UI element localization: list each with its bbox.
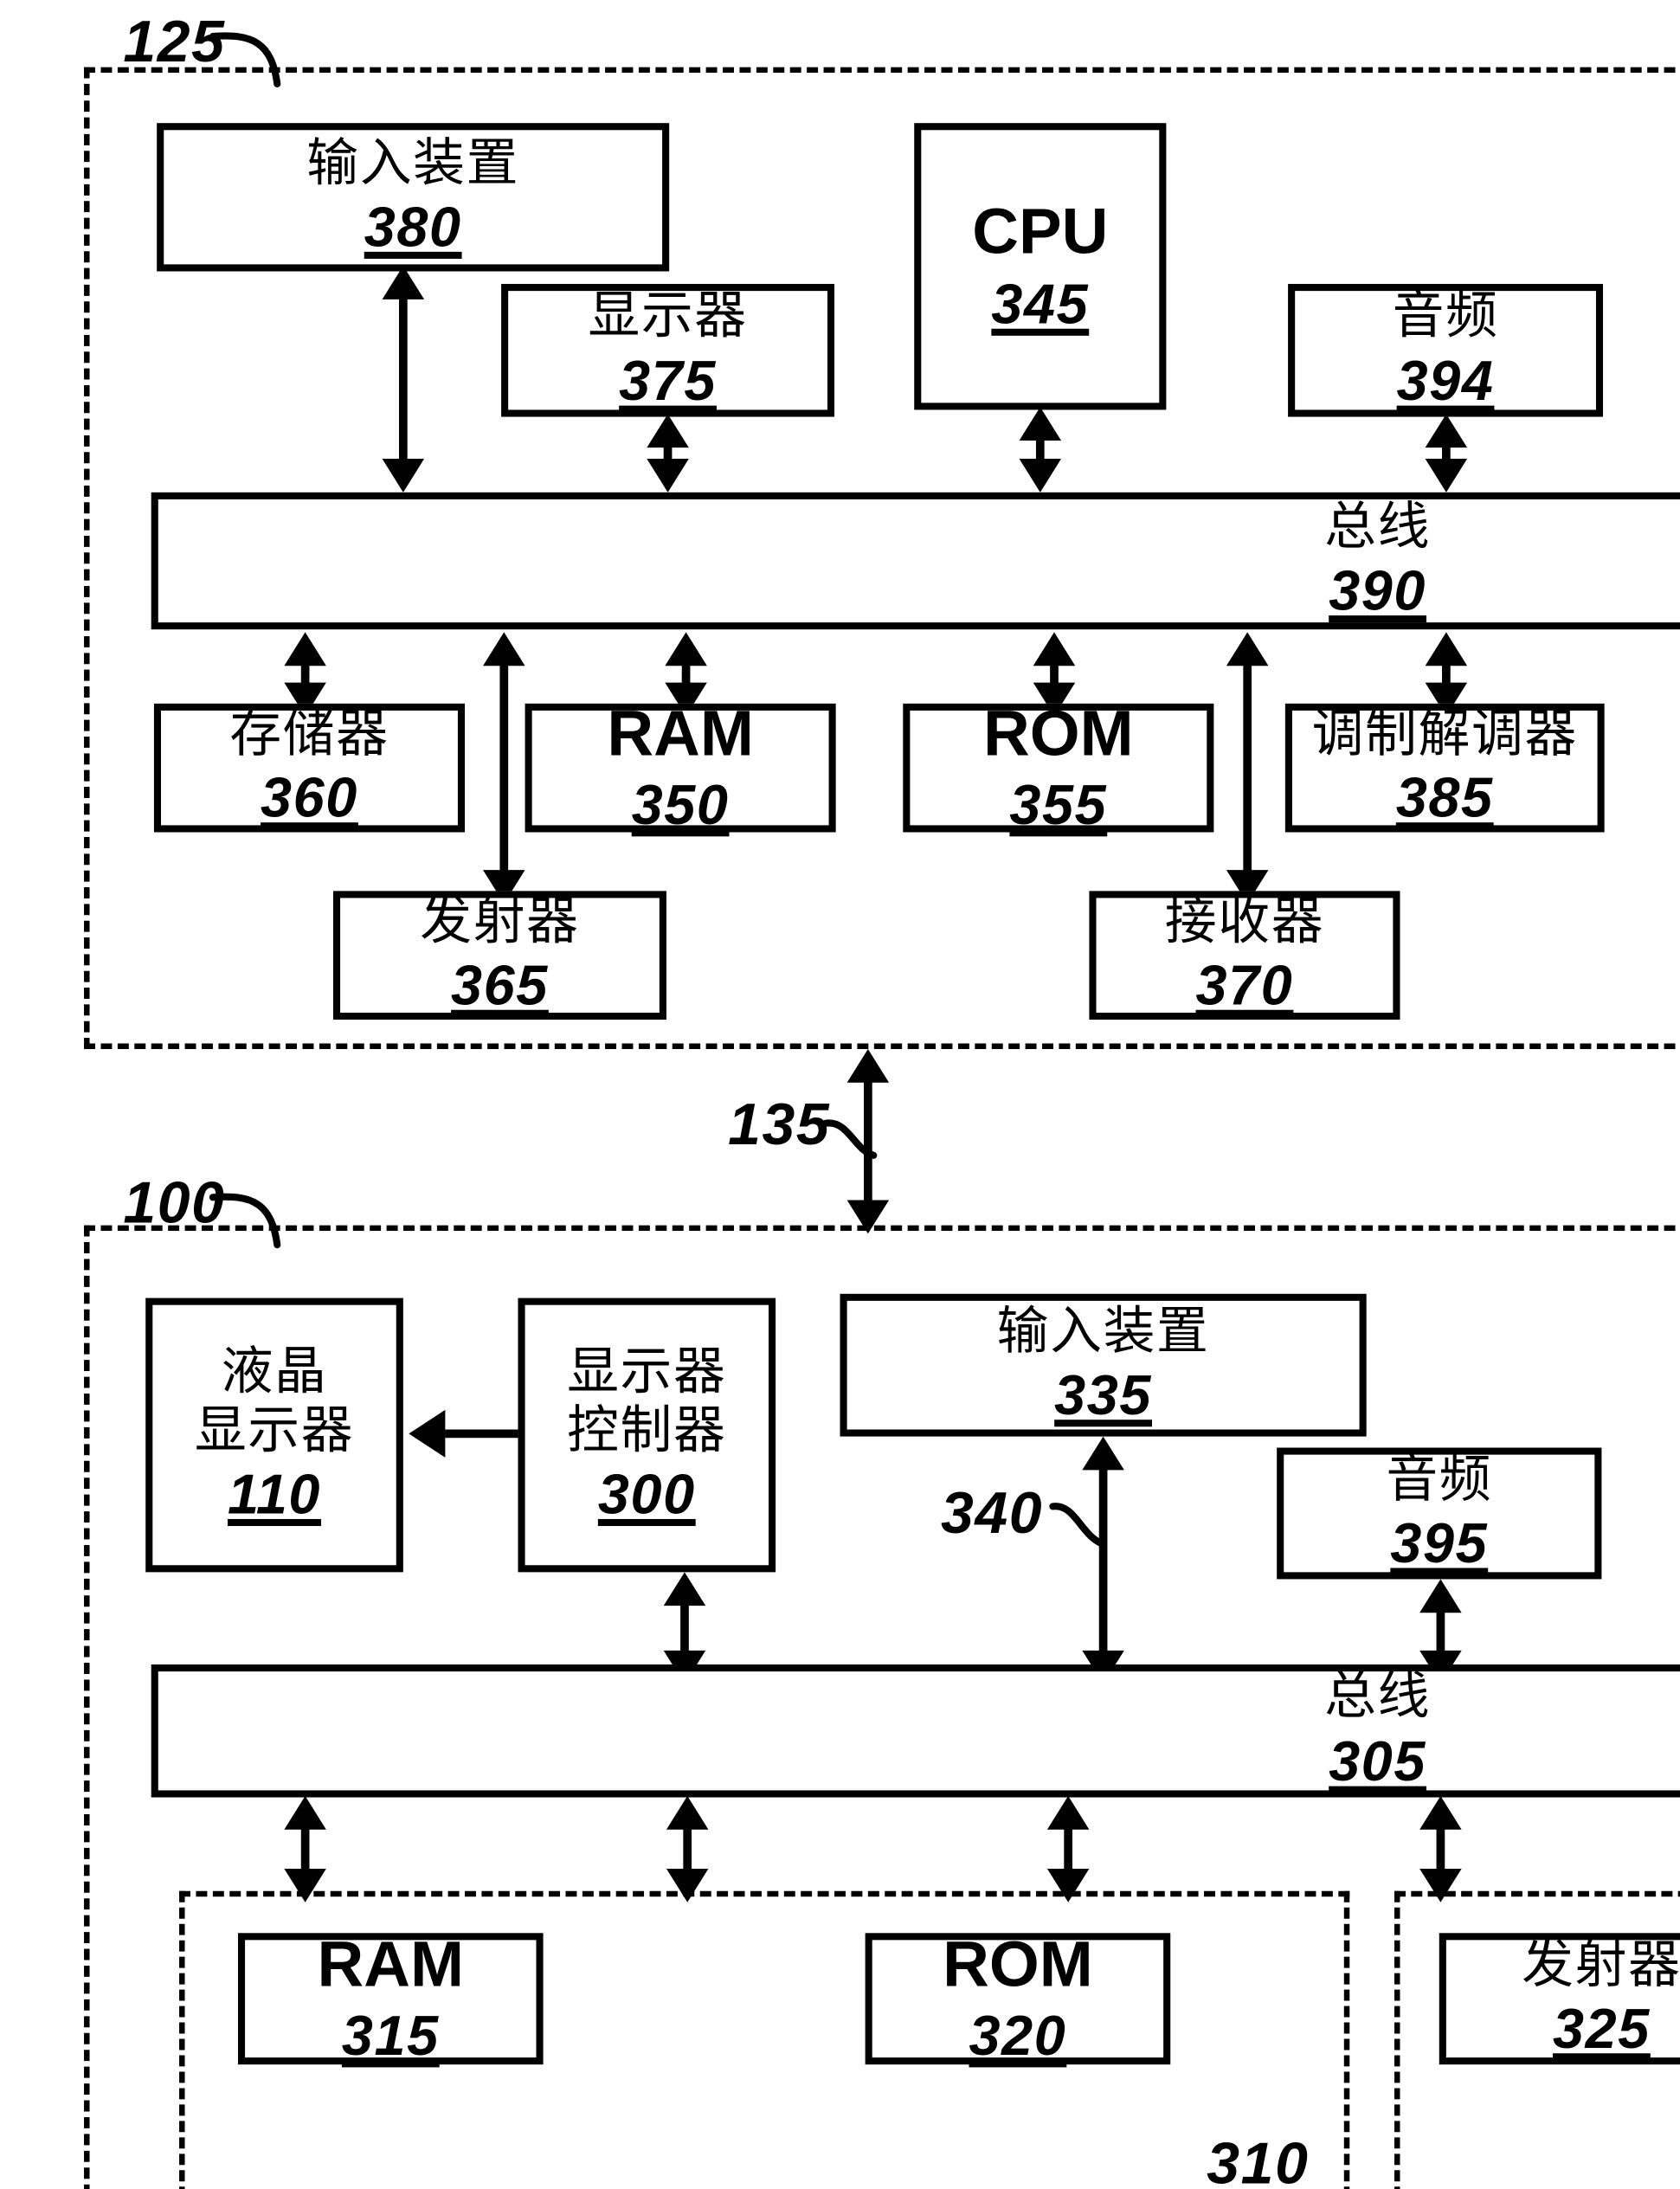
block-label: 音频 [1392, 287, 1499, 344]
arrowhead-up [663, 1572, 706, 1606]
arrowhead-up [483, 632, 525, 666]
block-ref-number: 385 [1395, 768, 1494, 830]
arrowhead-down [284, 1868, 326, 1902]
block-rom-320[interactable]: ROM 320 [865, 1928, 1171, 2068]
block-label: 存储器 [229, 705, 389, 763]
block-ref-number: 360 [261, 768, 358, 830]
block-label: 发射器 [1522, 1935, 1680, 1993]
arrowhead-up [666, 1795, 709, 1830]
block-label: 调制解调器 [1311, 705, 1578, 763]
block-bus-305[interactable]: 总线 305 [151, 1664, 1680, 1798]
block-ref-number: 355 [1009, 775, 1108, 837]
block-label: ROM [983, 696, 1134, 769]
block-ram-315[interactable]: RAM 315 [237, 1928, 544, 2068]
connector-input-device-bus [398, 291, 408, 473]
block-ref-number: 315 [341, 2006, 440, 2068]
block-transmitter-365[interactable]: 发射器 365 [332, 891, 666, 1020]
block-receiver-370[interactable]: 接收器 370 [1089, 891, 1400, 1020]
block-ref-number: 370 [1195, 956, 1294, 1018]
block-display-controller-300[interactable]: 显示器 控制器 300 [518, 1297, 776, 1573]
block-ref-number: 365 [451, 956, 549, 1018]
block-ref-number: 305 [1329, 1731, 1427, 1793]
block-label: 显示器 [588, 287, 748, 344]
arrowhead-down [647, 459, 689, 493]
block-label: 发射器 [420, 892, 580, 950]
connector-bus-transmitter [499, 654, 509, 885]
arrowhead-down [846, 1200, 890, 1234]
ref-numeral-340: 340 [940, 1479, 1044, 1546]
connector-input-device-bus-340 [1098, 1458, 1108, 1666]
leader-line-100 [209, 1189, 308, 1252]
block-ref-number: 300 [597, 1464, 696, 1526]
arrowhead-left [409, 1409, 446, 1458]
arrowhead-up [1019, 407, 1062, 441]
arrowhead-up [284, 1795, 326, 1830]
block-ref-number: 335 [1054, 1365, 1153, 1427]
arrowhead-down [666, 1868, 709, 1902]
arrowhead-up [647, 414, 689, 448]
block-bus-390[interactable]: 总线 390 [151, 492, 1680, 630]
ref-numeral-135: 135 [728, 1091, 831, 1157]
arrowhead-up [1419, 1579, 1462, 1613]
arrowhead-up [1419, 1795, 1462, 1830]
block-ref-number: 375 [619, 351, 717, 413]
ref-numeral-310: 310 [1207, 2130, 1310, 2189]
block-audio-394[interactable]: 音频 394 [1288, 284, 1604, 417]
block-label-line2: 控制器 [567, 1400, 727, 1458]
block-label: 音频 [1386, 1450, 1493, 1508]
arrowhead-up [1425, 414, 1468, 448]
arrowhead-down [1425, 459, 1468, 493]
arrowhead-up [1046, 1795, 1090, 1830]
block-label: 接收器 [1164, 892, 1325, 950]
leader-line-135 [822, 1119, 893, 1175]
block-ref-number: 345 [991, 274, 1090, 336]
block-label-line1: 显示器 [567, 1342, 727, 1400]
arrowhead-up [1033, 632, 1076, 666]
leader-line-125 [209, 28, 308, 91]
block-modem-385[interactable]: 调制解调器 385 [1284, 703, 1605, 833]
block-ref-number: 380 [364, 197, 462, 260]
block-label: 总线 [1324, 497, 1432, 556]
block-label-line1: 液晶 [221, 1342, 328, 1400]
block-input-device-380[interactable]: 输入装置 380 [157, 123, 670, 272]
block-label: ROM [943, 1927, 1093, 2000]
block-ref-number: 325 [1553, 1999, 1651, 2061]
block-ref-number: 110 [228, 1464, 322, 1526]
block-ref-number: 390 [1329, 561, 1427, 623]
block-label: RAM [607, 696, 754, 769]
block-label: 输入装置 [996, 1302, 1210, 1360]
block-lcd-110[interactable]: 液晶 显示器 110 [145, 1297, 403, 1573]
block-input-device-335[interactable]: 输入装置 335 [840, 1293, 1367, 1437]
arrowhead-down [1419, 1868, 1462, 1902]
connector-bus-receiver [1243, 654, 1252, 885]
block-label: 总线 [1324, 1667, 1432, 1725]
arrowhead-up [1425, 632, 1468, 666]
block-ref-number: 395 [1390, 1513, 1489, 1575]
block-transmitter-325[interactable]: 发射器 325 [1439, 1933, 1680, 2065]
block-cpu-345[interactable]: CPU 345 [914, 123, 1167, 410]
arrowhead-up [846, 1048, 890, 1083]
arrowhead-up [1226, 632, 1269, 666]
block-label: CPU [972, 194, 1109, 268]
arrowhead-up [1082, 1436, 1124, 1471]
block-ref-number: 350 [631, 775, 730, 837]
leader-line-340 [1049, 1503, 1123, 1561]
block-ram-350[interactable]: RAM 350 [525, 697, 836, 837]
patent-figure-canvas: 125 输入装置 380 显示器 375 CPU 345 音频 394 总线 3… [0, 0, 1680, 2189]
arrowhead-down [1019, 459, 1062, 493]
arrowhead-up [665, 632, 707, 666]
block-label: 输入装置 [306, 133, 520, 192]
block-ref-number: 394 [1396, 351, 1495, 413]
block-audio-395[interactable]: 音频 395 [1277, 1447, 1602, 1580]
block-display-375[interactable]: 显示器 375 [501, 284, 835, 417]
arrowhead-down [382, 459, 425, 493]
block-storage-360[interactable]: 存储器 360 [153, 703, 466, 833]
block-ref-number: 320 [969, 2006, 1067, 2068]
arrowhead-up [284, 632, 326, 666]
connector-displayctrl-lcd [445, 1429, 518, 1439]
block-label: RAM [317, 1927, 464, 2000]
arrowhead-down [1046, 1868, 1090, 1902]
block-label-line2: 显示器 [194, 1400, 355, 1458]
block-rom-355[interactable]: ROM 355 [903, 697, 1214, 837]
